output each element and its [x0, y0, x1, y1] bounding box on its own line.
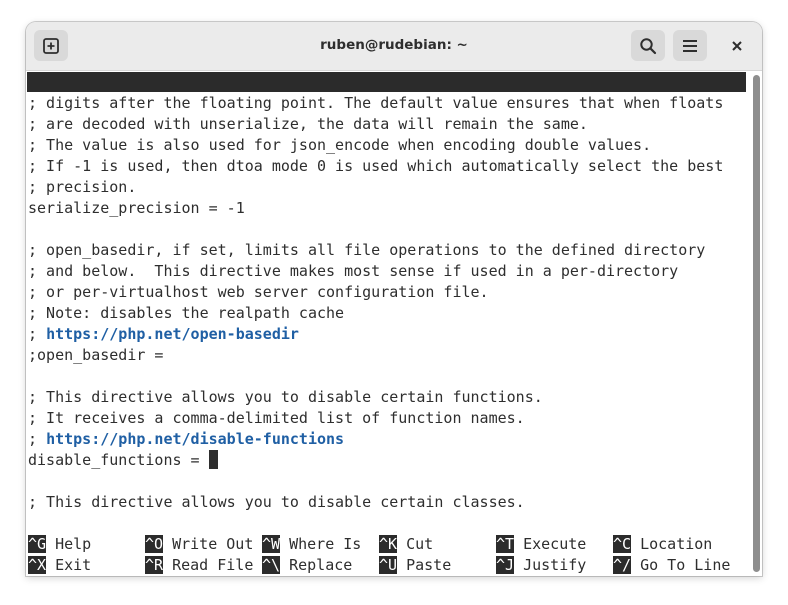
shortcut-key: ^X [28, 556, 47, 574]
close-icon [732, 41, 742, 51]
text-line: ; digits after the floating point. The d… [28, 94, 724, 112]
shortcut-key: ^W [262, 535, 281, 553]
text-line: ; are decoded with unserialize, the data… [28, 115, 588, 133]
text-line-with-link: ; https://php.net/disable-functions [28, 429, 344, 450]
text-line-with-cursor[interactable]: disable_functions = [28, 450, 218, 471]
shortcut-label: Go To Line [640, 556, 731, 574]
shortcut-read-file[interactable]: ^R Read File [145, 555, 253, 576]
shortcut-cut[interactable]: ^K Cut [379, 534, 433, 555]
shortcut-paste[interactable]: ^U Paste [379, 555, 451, 576]
nano-title-bar: GNU nano 7.2 /etc/php/8.2/apache2/php.in… [27, 72, 746, 131]
shortcut-key: ^C [613, 535, 632, 553]
search-icon [640, 38, 657, 55]
shortcut-exit[interactable]: ^X Exit [28, 555, 91, 576]
shortcut-key: ^G [28, 535, 47, 553]
hamburger-menu-icon [683, 40, 697, 52]
text-line: ; open_basedir, if set, limits all file … [28, 241, 706, 259]
shortcut-label: Location [640, 535, 713, 553]
shortcut-label: Exit [55, 556, 92, 574]
shortcut-label: Write Out [172, 535, 254, 553]
text-line: ; If -1 is used, then dtoa mode 0 is use… [28, 157, 724, 175]
shortcut-label: Execute [523, 535, 587, 553]
shortcut-key: ^J [496, 556, 515, 574]
text-line: ; or per-virtualhost web server configur… [28, 283, 489, 301]
text-line: ; The value is also used for json_encode… [28, 136, 652, 154]
text-cursor [208, 450, 218, 469]
shortcut-label: Where Is [289, 535, 362, 553]
text-line-with-link: ; https://php.net/open-basedir [28, 324, 299, 345]
text-line: ; This directive allows you to disable c… [28, 493, 525, 511]
shortcut-execute[interactable]: ^T Execute [496, 534, 586, 555]
shortcut-key: ^U [379, 556, 398, 574]
search-button[interactable] [631, 30, 665, 61]
shortcut-label: Replace [289, 556, 353, 574]
shortcut-where-is[interactable]: ^W Where Is [262, 534, 361, 555]
comment-prefix: ; [28, 430, 47, 448]
shortcut-label: Justify [523, 556, 587, 574]
shortcut-label: Paste [406, 556, 452, 574]
shortcut-label: Cut [406, 535, 434, 553]
terminal-window: ruben@rudebian: ~ GNU nano 7.2 /etc/php/… [26, 22, 762, 576]
title-bar: ruben@rudebian: ~ [26, 22, 762, 71]
shortcut-label: Help [55, 535, 92, 553]
disable-functions-link[interactable]: https://php.net/disable-functions [46, 430, 344, 448]
text-line: ; This directive allows you to disable c… [28, 388, 543, 406]
shortcut-key: ^K [379, 535, 398, 553]
shortcut-key: ^T [496, 535, 515, 553]
text-line: ; Note: disables the realpath cache [28, 304, 345, 322]
text-line: ; It receives a comma-delimited list of … [28, 409, 525, 427]
shortcut-go-to-line[interactable]: ^/ Go To Line [613, 555, 730, 576]
shortcut-write-out[interactable]: ^O Write Out [145, 534, 253, 555]
shortcut-key: ^O [145, 535, 164, 553]
text-line: ; precision. [28, 178, 137, 196]
comment-prefix: ; [28, 325, 47, 343]
shortcut-key: ^/ [613, 556, 632, 574]
shortcut-replace[interactable]: ^\ Replace [262, 555, 352, 576]
shortcut-help[interactable]: ^G Help [28, 534, 91, 555]
shortcut-key: ^\ [262, 556, 281, 574]
text-line: ;open_basedir = [28, 346, 164, 364]
terminal-content[interactable]: GNU nano 7.2 /etc/php/8.2/apache2/php.in… [26, 71, 750, 576]
shortcut-key: ^R [145, 556, 164, 574]
text-line: ; and below. This directive makes most s… [28, 262, 679, 280]
menu-button[interactable] [673, 30, 707, 61]
close-button[interactable] [726, 35, 748, 57]
open-basedir-link[interactable]: https://php.net/open-basedir [46, 325, 299, 343]
shortcut-label: Read File [172, 556, 254, 574]
scrollbar-thumb[interactable] [753, 75, 760, 572]
shortcut-location[interactable]: ^C Location [613, 534, 712, 555]
text-line: serialize_precision = -1 [28, 199, 245, 217]
shortcut-justify[interactable]: ^J Justify [496, 555, 586, 576]
disable-functions-text: disable_functions = [28, 451, 209, 469]
